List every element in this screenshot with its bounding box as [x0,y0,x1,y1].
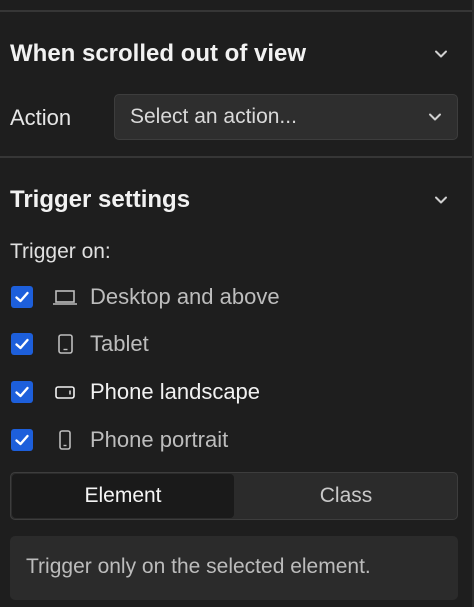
chevron-down-icon [429,113,441,121]
class-tab[interactable]: Class [235,474,457,518]
phone-landscape-label: Phone landscape [90,379,261,404]
action-select-value: Select an action... [130,105,297,128]
device-row-phone-portrait: Phone portrait [0,420,472,460]
phone-portrait-icon [59,430,71,450]
scroll-out-section-title: When scrolled out of view [10,40,307,67]
phone-portrait-checkbox[interactable] [11,429,33,451]
checkmark-icon [15,291,29,303]
phone-portrait-label: Phone portrait [90,427,229,452]
phone-landscape-checkbox[interactable] [11,381,33,403]
chevron-down-icon[interactable] [432,191,450,209]
action-label: Action [10,105,72,130]
phone-landscape-icon [55,386,75,399]
chevron-down-icon[interactable] [432,45,450,63]
action-select[interactable]: Select an action... [114,94,458,140]
device-row-phone-landscape: Phone landscape [0,372,472,412]
tablet-checkbox[interactable] [11,333,33,355]
element-tab[interactable]: Element [12,474,234,518]
device-row-desktop: Desktop and above [0,277,472,317]
interaction-settings-panel: When scrolled out of view Action Select … [0,0,474,607]
device-row-tablet: Tablet [0,324,472,364]
scroll-out-section-header[interactable]: When scrolled out of view [0,34,472,74]
desktop-label: Desktop and above [90,284,280,309]
trigger-on-label: Trigger on: [10,240,111,263]
checkmark-icon [15,338,29,350]
checkmark-icon [15,434,29,446]
desktop-checkbox[interactable] [11,286,33,308]
top-divider [0,10,472,12]
trigger-hint-text: Trigger only on the selected element. [26,555,371,578]
desktop-icon [53,290,77,305]
tablet-label: Tablet [90,331,149,356]
trigger-settings-section-header[interactable]: Trigger settings [0,180,472,220]
tablet-icon [58,334,73,354]
trigger-hint-box: Trigger only on the selected element. [10,536,458,600]
trigger-settings-section-title: Trigger settings [10,186,191,213]
checkmark-icon [15,386,29,398]
section-divider [0,156,472,158]
trigger-target-toggle: Element Class [10,472,458,520]
